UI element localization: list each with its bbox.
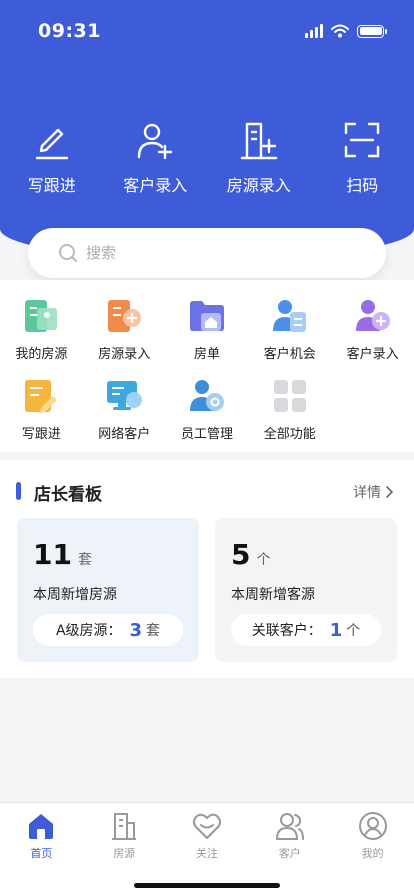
add-user-icon bbox=[138, 123, 173, 160]
heart-icon bbox=[192, 813, 221, 839]
quick-scan-button[interactable]: 扫码 bbox=[311, 120, 414, 196]
new-customers-count: 5 bbox=[231, 538, 251, 571]
grid-item-customer-opportunity[interactable]: 客户机会 bbox=[248, 296, 331, 376]
new-listings-card[interactable]: 11 套 本周新增房源 A级房源： 3 套 bbox=[17, 518, 199, 662]
quick-actions: 写跟进 客户录入 房源录入 扫码 bbox=[0, 120, 414, 196]
add-house-icon bbox=[240, 122, 277, 160]
online-customer-icon bbox=[107, 381, 143, 410]
grid-item-all-functions[interactable]: 全部功能 bbox=[248, 376, 331, 456]
profile-icon bbox=[358, 812, 387, 840]
dashboard-title: 店长看板 bbox=[34, 485, 102, 505]
new-customers-label: 本周新增客源 bbox=[231, 587, 315, 603]
grid-item-online-customer[interactable]: 网络客户 bbox=[83, 376, 166, 456]
function-grid: 我的房源 房源录入 房单 客户机会 客户录入 写跟进 网络客户 员工管理 全部功… bbox=[0, 296, 414, 456]
follow-up-icon bbox=[25, 380, 58, 413]
tab-follow[interactable]: 关注 bbox=[166, 811, 249, 861]
building-icon bbox=[112, 813, 137, 840]
scan-icon bbox=[345, 122, 380, 158]
pencil-icon bbox=[35, 128, 68, 160]
section-marker bbox=[16, 482, 21, 500]
status-bar: 09:31 bbox=[0, 20, 414, 46]
home-icon bbox=[29, 814, 54, 839]
search-input[interactable] bbox=[86, 244, 346, 262]
battery-icon bbox=[357, 24, 387, 38]
function-grid-section: 我的房源 房源录入 房单 客户机会 客户录入 写跟进 网络客户 员工管理 全部功… bbox=[0, 280, 414, 452]
wifi-icon bbox=[331, 24, 349, 38]
tab-bar: 首页 房源 关注 客户 我的 bbox=[0, 802, 414, 896]
search-bar[interactable] bbox=[28, 228, 386, 278]
listing-entry-icon bbox=[108, 300, 142, 332]
staff-management-icon bbox=[189, 380, 224, 411]
users-icon bbox=[275, 813, 304, 840]
customer-entry-icon bbox=[355, 300, 390, 331]
grade-a-listings-pill: A级房源： 3 套 bbox=[33, 614, 183, 646]
new-customers-card[interactable]: 5个 本周新增客源 关联客户： 1 个 bbox=[215, 518, 397, 662]
home-indicator[interactable] bbox=[134, 883, 280, 888]
tab-customers[interactable]: 客户 bbox=[248, 811, 331, 861]
house-folder-icon bbox=[189, 301, 224, 331]
new-listings-count: 11 bbox=[33, 538, 72, 571]
grid-item-customer-entry[interactable]: 客户录入 bbox=[331, 296, 414, 376]
grid-item-staff-management[interactable]: 员工管理 bbox=[166, 376, 249, 456]
quick-follow-up-button[interactable]: 写跟进 bbox=[0, 120, 104, 196]
grid-item-my-listings[interactable]: 我的房源 bbox=[0, 296, 83, 376]
quick-add-listing-button[interactable]: 房源录入 bbox=[207, 120, 311, 196]
grid-item-listing-entry[interactable]: 房源录入 bbox=[83, 296, 166, 376]
new-listings-label: 本周新增房源 bbox=[33, 587, 117, 603]
grid-item-house-folder[interactable]: 房单 bbox=[166, 296, 249, 376]
tab-home[interactable]: 首页 bbox=[0, 811, 83, 861]
tab-listings[interactable]: 房源 bbox=[83, 811, 166, 861]
all-functions-icon bbox=[273, 380, 306, 412]
my-listings-icon bbox=[25, 300, 58, 332]
quick-add-customer-button[interactable]: 客户录入 bbox=[104, 120, 208, 196]
chevron-right-icon bbox=[386, 486, 394, 498]
search-icon bbox=[59, 244, 77, 262]
tab-profile[interactable]: 我的 bbox=[331, 811, 414, 861]
status-time: 09:31 bbox=[38, 20, 101, 42]
signal-icon bbox=[305, 24, 323, 38]
customer-opportunity-icon bbox=[272, 300, 306, 332]
grid-item-follow-up[interactable]: 写跟进 bbox=[0, 376, 83, 456]
store-dashboard: 店长看板 详情 11 套 本周新增房源 A级房源： 3 套 5个 本周新增客源 关联客… bbox=[0, 460, 414, 678]
linked-customers-pill: 关联客户： 1 个 bbox=[231, 614, 381, 646]
dashboard-details-link[interactable]: 详情 bbox=[353, 482, 394, 502]
